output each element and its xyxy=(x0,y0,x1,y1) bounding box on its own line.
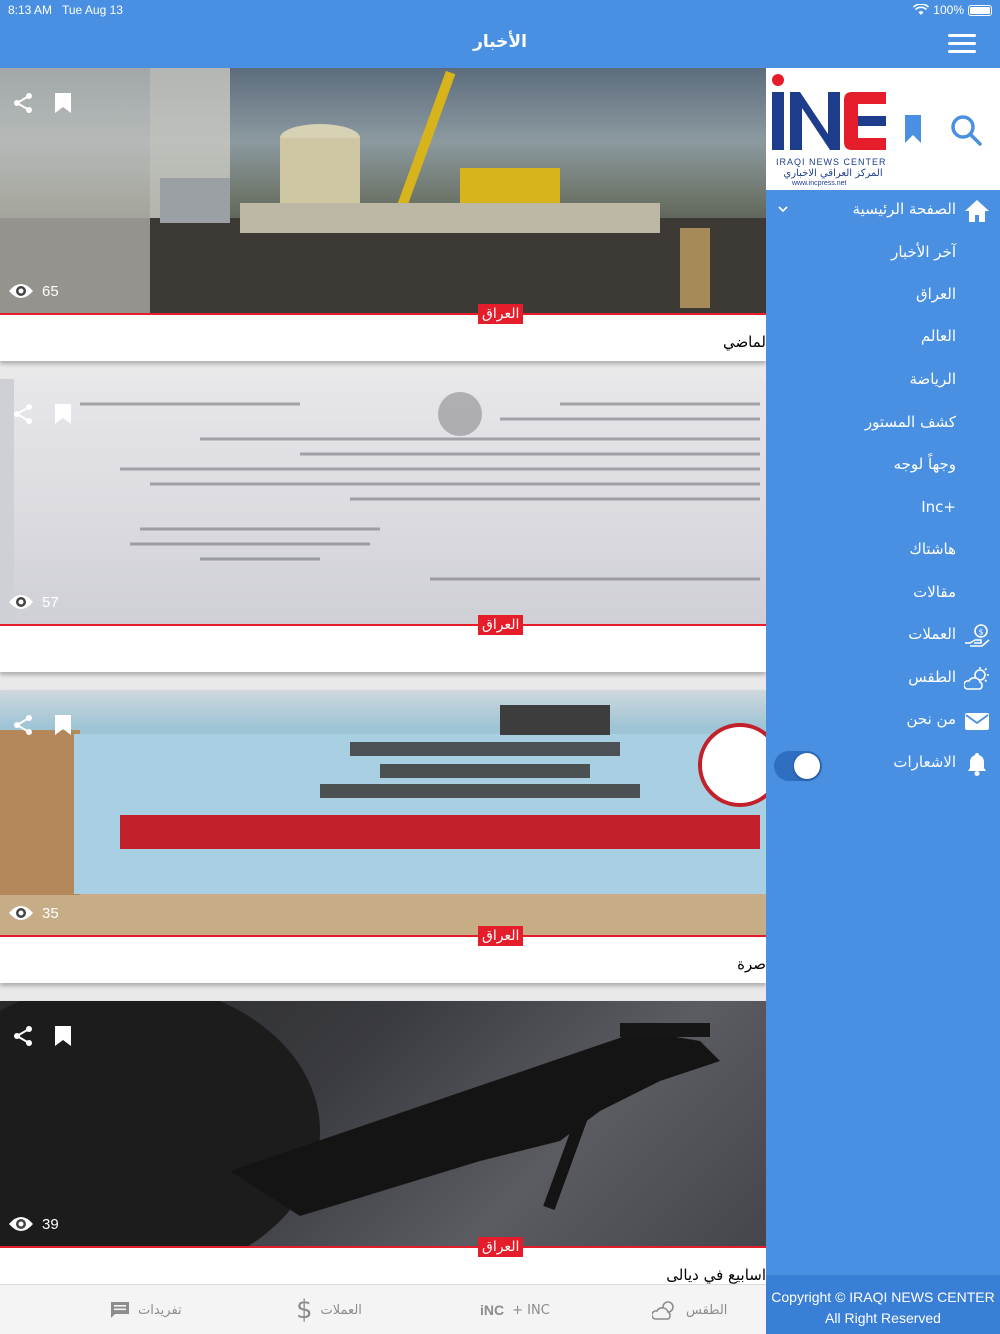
mail-icon xyxy=(965,713,989,730)
top-bar: 8:13 AM Tue Aug 13 100% الأخبار xyxy=(0,0,1000,68)
views-count: 39 xyxy=(8,1215,59,1233)
weather-icon xyxy=(964,667,989,690)
eye-icon xyxy=(9,906,33,920)
bookmark-icon[interactable] xyxy=(54,1025,72,1047)
inc-logo: IRAQI NEWS CENTER المركز العراقي الاخبار… xyxy=(770,72,888,187)
chat-icon xyxy=(111,1302,129,1318)
menu-item-world[interactable]: العالم xyxy=(766,317,1000,359)
tab-currencies[interactable]: $ العملات xyxy=(296,1295,362,1325)
page-title: الأخبار xyxy=(473,32,527,52)
menu-item-face-to-face[interactable]: وجهاً لوجه xyxy=(766,445,1000,487)
menu-item-inc-plus[interactable]: Inc+ xyxy=(766,488,1000,530)
share-icon[interactable] xyxy=(12,1025,34,1047)
menu-item-currencies[interactable]: العملات $ xyxy=(766,615,1000,657)
card-divider xyxy=(0,624,766,626)
news-image[interactable] xyxy=(0,379,766,624)
status-date: Tue Aug 13 xyxy=(62,3,123,17)
notifications-toggle[interactable] xyxy=(774,751,822,781)
category-badge[interactable]: العراق xyxy=(478,615,524,635)
toggle-knob xyxy=(794,753,820,779)
side-drawer: IRAQI NEWS CENTER المركز العراقي الاخبار… xyxy=(766,68,1000,1334)
tab-tweets[interactable]: تفريدات xyxy=(110,1295,182,1325)
menu-item-articles[interactable]: مقالات xyxy=(766,573,1000,615)
news-title[interactable]: اسابيع في ديالى xyxy=(666,1266,766,1284)
news-card[interactable]: 65 العراق لماضي xyxy=(0,68,766,361)
menu-item-hashtag[interactable]: هاشتاك xyxy=(766,530,1000,572)
money-hand-icon: $ xyxy=(965,624,990,647)
home-icon xyxy=(965,200,989,222)
drawer-header: IRAQI NEWS CENTER المركز العراقي الاخبار… xyxy=(766,68,1000,190)
news-title[interactable]: لماضي xyxy=(723,333,766,351)
eye-icon xyxy=(9,1217,33,1231)
news-card[interactable]: 39 العراق اسابيع في ديالى xyxy=(0,1001,766,1284)
inc-logo-icon: iNC xyxy=(480,1302,505,1318)
menu-item-weather[interactable]: الطقس xyxy=(766,658,1000,700)
copyright-footer: Copyright © IRAQI NEWS CENTER All Right … xyxy=(766,1275,1000,1334)
news-title[interactable]: صرة xyxy=(737,955,766,973)
news-card[interactable]: 35 العراق صرة xyxy=(0,690,766,983)
share-icon[interactable] xyxy=(12,714,34,736)
rights-line: All Right Reserved xyxy=(825,1310,941,1326)
category-badge[interactable]: العراق xyxy=(478,926,524,946)
dollar-icon: $ xyxy=(296,1295,313,1325)
battery-percent: 100% xyxy=(933,3,964,17)
news-image[interactable] xyxy=(0,690,766,935)
bottom-tab-bar: تفريدات $ العملات iNC + INC الطقس xyxy=(0,1284,766,1334)
card-divider xyxy=(0,313,766,315)
card-divider xyxy=(0,1246,766,1248)
category-badge[interactable]: العراق xyxy=(478,304,524,324)
search-icon[interactable] xyxy=(950,114,982,146)
menu-item-kashf[interactable]: كشف المستور xyxy=(766,403,1000,445)
tab-inc[interactable]: iNC + INC xyxy=(480,1295,550,1325)
eye-icon xyxy=(9,284,33,298)
news-image[interactable] xyxy=(0,1001,766,1246)
card-divider xyxy=(0,935,766,937)
eye-icon xyxy=(9,595,33,609)
logo-text-ar: المركز العراقي الاخباري xyxy=(783,168,883,179)
bookmarks-icon[interactable] xyxy=(904,114,922,144)
chevron-down-icon[interactable] xyxy=(776,202,790,216)
bookmark-icon[interactable] xyxy=(54,403,72,425)
news-image[interactable] xyxy=(0,68,766,313)
news-feed[interactable]: 65 العراق لماضي 57 العراق 35 العراق صرة … xyxy=(0,68,766,1284)
views-count: 57 xyxy=(8,593,59,611)
menu-item-iraq[interactable]: العراق xyxy=(766,275,1000,317)
bell-icon xyxy=(968,753,986,776)
svg-text:$: $ xyxy=(979,628,984,637)
bookmark-icon[interactable] xyxy=(54,92,72,114)
bookmark-icon[interactable] xyxy=(54,714,72,736)
wifi-icon xyxy=(913,4,930,15)
status-right: 100% xyxy=(913,3,992,17)
category-badge[interactable]: العراق xyxy=(478,1237,524,1257)
menu-icon[interactable] xyxy=(948,34,976,54)
logo-url: www.incpress.net xyxy=(792,180,847,187)
menu-item-latest[interactable]: آخر الأخبار xyxy=(766,233,1000,275)
menu-item-about[interactable]: من نحن xyxy=(766,700,1000,742)
battery-icon xyxy=(968,4,992,16)
views-count: 35 xyxy=(8,904,59,922)
share-icon[interactable] xyxy=(12,403,34,425)
share-icon[interactable] xyxy=(12,92,34,114)
logo-text-en: IRAQI NEWS CENTER xyxy=(776,157,887,167)
news-card[interactable]: 57 العراق xyxy=(0,379,766,672)
menu-item-home[interactable]: الصفحة الرئيسية xyxy=(766,190,1000,232)
status-time: 8:13 AM xyxy=(8,3,53,17)
weather-icon xyxy=(652,1301,674,1320)
menu-item-sports[interactable]: الرياضة xyxy=(766,360,1000,402)
tab-weather[interactable]: الطقس xyxy=(652,1295,727,1325)
copyright-line: Copyright © IRAQI NEWS CENTER xyxy=(771,1289,995,1305)
menu-item-notifications: الاشعارات xyxy=(766,743,1000,785)
views-count: 65 xyxy=(8,282,59,300)
